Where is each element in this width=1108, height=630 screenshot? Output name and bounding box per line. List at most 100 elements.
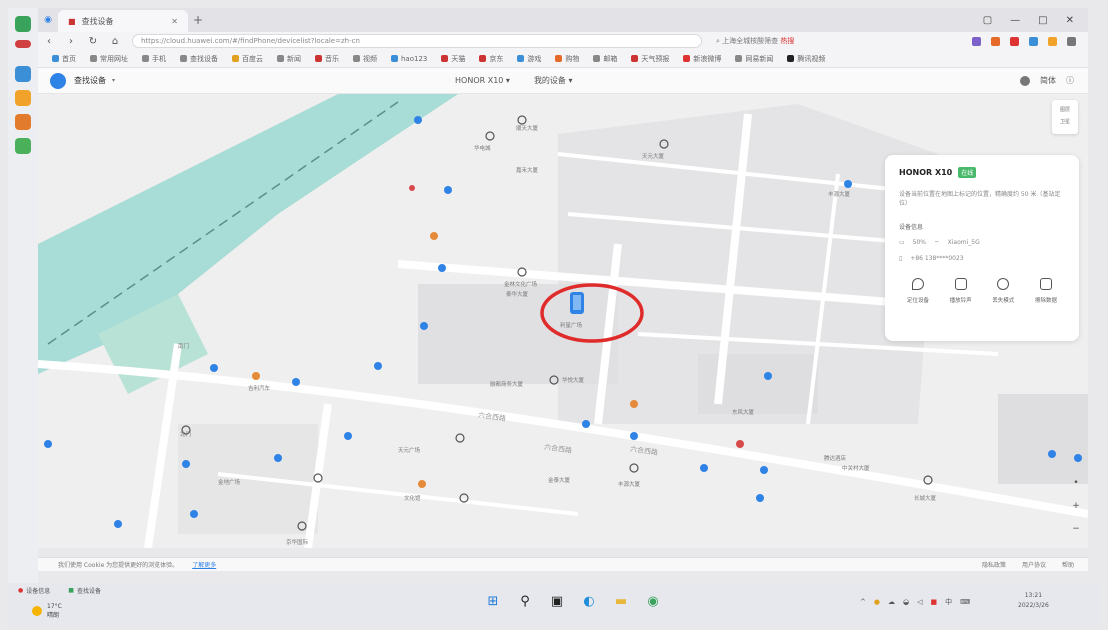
erase-data-button[interactable]: 擦除数据 <box>1027 278 1065 304</box>
cookie-learn-more-link[interactable]: 了解更多 <box>192 560 216 569</box>
folder-icon[interactable]: ▬ <box>612 592 630 610</box>
browser-tab[interactable]: ■ 查找设备 ✕ <box>58 10 188 32</box>
help-icon[interactable]: ⓘ <box>1066 75 1074 86</box>
browser-app-icon[interactable] <box>15 16 31 32</box>
poi-label: 东风大厦 <box>732 410 755 416</box>
task-item[interactable]: ■ 查找设备 <box>68 586 101 595</box>
app-icon-red[interactable] <box>15 114 31 130</box>
bookmark-item[interactable]: 百度云 <box>232 54 263 64</box>
menu-icon[interactable] <box>1067 36 1076 46</box>
tab-favicon-icon: ■ <box>68 16 76 26</box>
locate-device-button[interactable]: 定位设备 <box>899 278 937 304</box>
cloud-icon[interactable]: ☁ <box>888 598 895 606</box>
restore-icon[interactable]: ▢ <box>983 15 992 26</box>
privacy-link[interactable]: 隐私政策 <box>982 560 1006 569</box>
maximize-icon[interactable]: □ <box>1038 15 1047 26</box>
bookmark-item[interactable]: 手机 <box>142 54 166 64</box>
browser-taskbar-icon[interactable]: ◉ <box>644 592 662 610</box>
language-select[interactable]: 简体 <box>1040 75 1056 86</box>
clock[interactable]: 13:21 2022/3/26 <box>1018 591 1049 611</box>
zoom-out-icon[interactable]: − <box>1067 518 1085 541</box>
bookmark-item[interactable]: 游戏 <box>517 54 541 64</box>
poi-label: 金林文化广场 <box>504 282 538 288</box>
app-icon-blue[interactable] <box>15 66 31 82</box>
url-input[interactable]: https://cloud.huawei.com/#/findPhone/dev… <box>132 34 702 48</box>
tab-close-icon[interactable]: ✕ <box>171 17 178 26</box>
chevron-up-icon[interactable]: ^ <box>860 598 866 606</box>
tab-bar: ◉ ■ 查找设备 ✕ + ▢ — □ ✕ <box>38 8 1088 32</box>
wifi-icon: ⌔ <box>934 240 940 247</box>
extension-icon[interactable] <box>1048 36 1057 46</box>
bookmark-item[interactable]: 腾讯视频 <box>787 54 825 64</box>
bookmark-item[interactable]: 常用网址 <box>90 54 128 64</box>
network-icon[interactable]: ◒ <box>903 598 909 606</box>
bookmark-item[interactable]: 网易新闻 <box>735 54 773 64</box>
close-window-icon[interactable]: ✕ <box>1066 15 1074 26</box>
panel-description: 设备当前位置在地图上标记的位置，精确度约 50 米（基站定位） <box>899 191 1061 207</box>
toolbar-icons <box>972 36 1088 46</box>
bookmark-item[interactable]: 购物 <box>555 54 579 64</box>
volume-icon[interactable]: ◁ <box>917 598 922 606</box>
search-input[interactable]: ⌕ 上海全城核酸筛查 热搜 <box>716 34 836 48</box>
back-icon[interactable]: ‹ <box>38 36 60 47</box>
input-method-icon[interactable]: 中 <box>945 597 952 607</box>
header-right: 简体 ⓘ <box>1020 75 1088 86</box>
start-icon[interactable]: ⊞ <box>484 592 502 610</box>
extension-icon[interactable] <box>1010 36 1019 46</box>
new-tab-icon[interactable]: + <box>188 13 208 27</box>
home-icon[interactable]: ⌂ <box>104 36 126 47</box>
weather-widget[interactable]: 17°C 晴朗 <box>32 603 62 619</box>
bookmark-item[interactable]: 音乐 <box>315 54 339 64</box>
layer-option[interactable]: 卫星 <box>1052 116 1078 128</box>
bookmark-item[interactable]: 新浪微博 <box>683 54 721 64</box>
task-view-icon[interactable]: ▣ <box>548 592 566 610</box>
chevron-down-icon[interactable]: ▾ <box>112 77 115 84</box>
site-logo-icon <box>50 72 66 89</box>
edge-icon[interactable]: ◐ <box>580 592 598 610</box>
poi-label: 金泰大厦 <box>548 478 571 484</box>
keyboard-icon[interactable]: ⌨ <box>960 598 970 606</box>
layer-control[interactable]: 图层 卫星 <box>1052 100 1078 134</box>
extension-icon[interactable] <box>972 36 981 46</box>
play-sound-button[interactable]: 播放铃声 <box>942 278 980 304</box>
poi-label: 文化馆 <box>404 496 421 502</box>
bookmark-item[interactable]: 天猫 <box>441 54 465 64</box>
extension-icon[interactable] <box>1029 36 1038 46</box>
poi-label: 南门 <box>178 344 190 350</box>
sim-icon: ▯ <box>899 255 903 262</box>
bookmark-item[interactable]: 天气预报 <box>631 54 669 64</box>
extension-icon[interactable] <box>991 36 1000 46</box>
tray-app-icon[interactable]: ■ <box>930 598 937 606</box>
erase-phone-icon <box>1039 278 1052 290</box>
user-select[interactable]: 我的设备 ▾ <box>534 75 573 86</box>
poi-label: 京华国际 <box>286 540 309 546</box>
tray-app-icon[interactable]: ● <box>874 598 880 606</box>
layer-option[interactable]: 图层 <box>1052 104 1078 116</box>
bookmark-item[interactable]: 京东 <box>479 54 503 64</box>
avatar[interactable] <box>1020 75 1030 86</box>
help-link[interactable]: 帮助 <box>1062 560 1074 569</box>
speaker-icon <box>954 278 967 290</box>
minimize-icon[interactable]: — <box>1010 15 1020 26</box>
bookmark-item[interactable]: 首页 <box>52 54 76 64</box>
search-icon[interactable]: ⚲ <box>516 592 534 610</box>
app-icon-orange[interactable] <box>15 90 31 106</box>
bookmark-item[interactable]: 邮箱 <box>593 54 617 64</box>
poi-label: 腾达酒店 <box>824 456 847 462</box>
app-icon-green[interactable] <box>15 138 31 154</box>
forward-icon[interactable]: › <box>60 36 82 47</box>
bookmark-item[interactable]: 视频 <box>353 54 377 64</box>
lost-mode-button[interactable]: 丢失模式 <box>984 278 1022 304</box>
zoom-in-icon[interactable]: + <box>1067 495 1085 518</box>
locate-icon[interactable]: • <box>1067 472 1085 495</box>
poi-label: 顺天大厦 <box>516 126 539 132</box>
bookmark-item[interactable]: 查找设备 <box>180 54 218 64</box>
task-item[interactable]: ● 设备信息 <box>18 586 50 595</box>
device-select[interactable]: HONOR X10 ▾ <box>455 76 510 85</box>
terms-link[interactable]: 用户协议 <box>1022 560 1046 569</box>
reload-icon[interactable]: ↻ <box>82 36 104 47</box>
bookmark-item[interactable]: 新闻 <box>277 54 301 64</box>
status-badge: 在线 <box>958 167 977 178</box>
tab-menu-icon[interactable]: ◉ <box>38 15 58 25</box>
bookmark-item[interactable]: hao123 <box>391 55 427 63</box>
